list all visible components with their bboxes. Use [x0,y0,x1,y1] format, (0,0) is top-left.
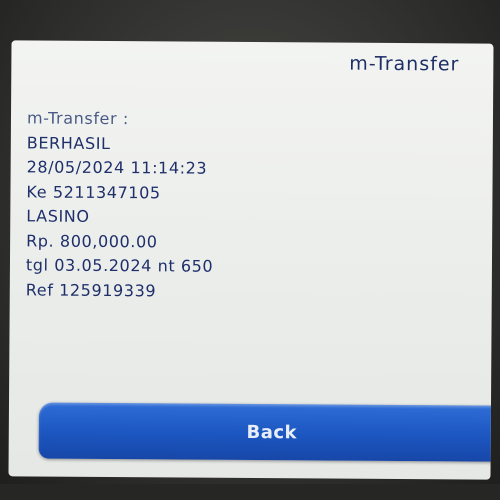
reference-number: Ref 125919339 [25,279,157,300]
device-bottom-edge [0,484,500,500]
page-title: m-Transfer [349,52,460,76]
back-button[interactable]: Back [38,402,494,462]
transfer-amount: Rp. 800,000.00 [26,230,158,251]
back-button-label: Back [246,421,298,443]
title-bar: m-Transfer [11,40,493,87]
phone-screen: m-Transfer m-Transfer : BERHASIL 28/05/2… [8,40,494,480]
recipient-name: LASINO [26,206,90,226]
receipt-heading: m-Transfer : [26,108,129,129]
transaction-datetime: 28/05/2024 11:14:23 [26,157,208,178]
status-text: BERHASIL [26,132,111,153]
destination-account: Ke 5211347105 [26,181,161,202]
transfer-note: tgl 03.05.2024 nt 650 [25,255,214,276]
transfer-receipt: m-Transfer : BERHASIL 28/05/2024 11:14:2… [26,106,215,303]
